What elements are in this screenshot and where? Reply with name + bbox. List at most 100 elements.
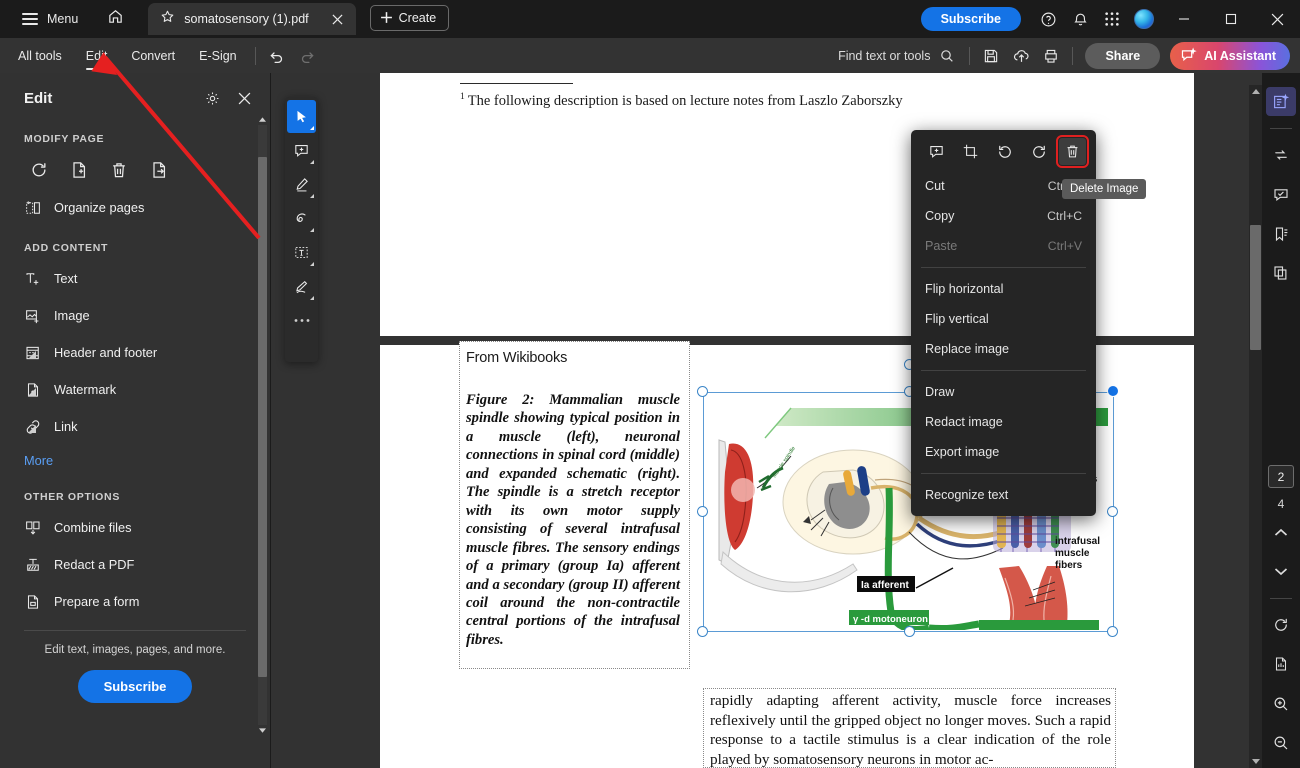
document-tab[interactable]: somatosensory (1).pdf (148, 3, 356, 35)
page-fit-button[interactable] (1266, 650, 1296, 679)
scroll-down-icon[interactable] (258, 726, 267, 735)
resize-handle-middle-right[interactable] (1107, 506, 1118, 517)
tab-all-tools[interactable]: All tools (6, 38, 74, 73)
sidebar-item-link[interactable]: Link (0, 408, 270, 445)
extract-page-icon[interactable] (144, 155, 174, 185)
tab-edit[interactable]: Edit (74, 38, 120, 73)
notification-bell-icon[interactable] (1065, 4, 1095, 34)
undo-button[interactable] (262, 41, 292, 71)
gear-icon[interactable] (198, 84, 226, 112)
menu-item-flip-horizontal[interactable]: Flip horizontal (911, 274, 1096, 304)
panel-scrollbar-thumb[interactable] (258, 157, 267, 677)
resize-handle-bottom-center[interactable] (904, 626, 915, 637)
zoom-in-button[interactable] (1266, 689, 1296, 718)
ai-assistant-button[interactable]: AI Assistant (1170, 41, 1290, 70)
delete-trash-icon[interactable] (1056, 135, 1089, 168)
window-minimize-button[interactable] (1161, 0, 1206, 38)
add-comment-icon[interactable] (287, 134, 316, 167)
rotate-view-button[interactable] (1266, 610, 1296, 639)
menu-item-replace-image[interactable]: Replace image (911, 334, 1096, 364)
help-icon[interactable] (1033, 4, 1063, 34)
panel-close-icon[interactable] (230, 84, 258, 112)
sidebar-item-image[interactable]: Image (0, 297, 270, 334)
insert-page-icon[interactable] (64, 155, 94, 185)
text-box-icon[interactable] (287, 236, 316, 269)
menu-item-export-image[interactable]: Export image (911, 437, 1096, 467)
chevron-down-icon[interactable] (28, 347, 36, 362)
previous-page-button[interactable] (1266, 517, 1296, 546)
stamp-signature-icon[interactable] (287, 270, 316, 303)
save-button[interactable] (976, 41, 1006, 71)
zoom-out-button[interactable] (1266, 729, 1296, 758)
redo-button[interactable] (292, 41, 322, 71)
menu-item-redact-image[interactable]: Redact image (911, 407, 1096, 437)
tab-convert[interactable]: Convert (119, 38, 187, 73)
sidebar-item-prepare-a-form[interactable]: Prepare a form (0, 583, 270, 620)
search-input[interactable]: Find text or tools (830, 42, 963, 70)
document-scrollbar-thumb[interactable] (1250, 225, 1261, 350)
freehand-draw-icon[interactable] (287, 202, 316, 235)
sidebar-item-header-and-footer[interactable]: Header and footer (0, 334, 270, 371)
select-cursor-icon[interactable] (287, 100, 316, 133)
scroll-up-icon[interactable] (258, 115, 267, 124)
window-close-button[interactable] (1255, 0, 1300, 38)
menu-item-recognize-text[interactable]: Recognize text (911, 480, 1096, 510)
window-maximize-button[interactable] (1208, 0, 1253, 38)
print-button[interactable] (1036, 41, 1066, 71)
resize-handle-bottom-right[interactable] (1107, 626, 1118, 637)
cloud-save-button[interactable] (1006, 41, 1036, 71)
menu-button[interactable]: Menu (12, 4, 88, 34)
resize-handle-top-right[interactable] (1107, 385, 1119, 397)
star-icon[interactable] (160, 9, 175, 29)
figure-caption-textbox[interactable]: From Wikibooks Figure 2: Mammalian muscl… (459, 341, 690, 669)
palette-caret-5[interactable] (310, 262, 314, 266)
page-number-input[interactable]: 2 (1268, 464, 1294, 489)
sidebar-item-redact-a-pdf[interactable]: Redact a PDF (0, 546, 270, 583)
user-avatar[interactable] (1129, 4, 1159, 34)
scroll-up-icon[interactable] (1249, 85, 1262, 98)
sidebar-item-organize-pages[interactable]: Organize pages (0, 189, 270, 226)
palette-caret-3[interactable] (310, 194, 314, 198)
pages-panel-icon[interactable] (1266, 259, 1296, 288)
create-button[interactable]: Create (369, 4, 450, 31)
rotate-clockwise-icon[interactable] (1025, 138, 1052, 165)
convert-panel-icon[interactable] (1266, 140, 1296, 169)
crop-image-icon[interactable] (957, 138, 984, 165)
menu-item-copy[interactable]: Copy Ctrl+C (911, 201, 1096, 231)
highlighter-icon[interactable] (287, 168, 316, 201)
chevron-down-icon[interactable] (28, 421, 36, 436)
share-button[interactable]: Share (1085, 42, 1161, 69)
resize-handle-top-left[interactable] (697, 386, 708, 397)
menu-item-draw[interactable]: Draw (911, 377, 1096, 407)
menu-item-flip-vertical[interactable]: Flip vertical (911, 304, 1096, 334)
sidebar-item-text[interactable]: Text (0, 260, 270, 297)
edit-pdf-panel-icon[interactable] (1266, 87, 1296, 117)
more-tools-icon[interactable] (287, 304, 316, 337)
resize-handle-bottom-left[interactable] (697, 626, 708, 637)
sidebar-item-watermark[interactable]: Watermark (0, 371, 270, 408)
rotate-page-icon[interactable] (24, 155, 54, 185)
panel-scrollbar[interactable] (258, 115, 267, 735)
sidebar-more-link[interactable]: More (0, 445, 270, 475)
palette-caret-2[interactable] (310, 160, 314, 164)
tab-close-icon[interactable] (328, 9, 348, 29)
rotate-counterclockwise-icon[interactable] (991, 138, 1018, 165)
next-page-button[interactable] (1266, 557, 1296, 586)
body-text-box[interactable]: rapidly adapting afferent activity, musc… (703, 688, 1116, 768)
add-comment-icon[interactable] (923, 138, 950, 165)
delete-page-icon[interactable] (104, 155, 134, 185)
app-grid-icon[interactable] (1097, 4, 1127, 34)
palette-caret-6[interactable] (310, 296, 314, 300)
comment-panel-icon[interactable] (1266, 180, 1296, 209)
chevron-down-icon[interactable] (28, 384, 36, 399)
resize-handle-middle-left[interactable] (697, 506, 708, 517)
home-button[interactable] (96, 4, 134, 34)
tab-esign[interactable]: E-Sign (187, 38, 249, 73)
document-scrollbar[interactable] (1249, 85, 1262, 768)
subscribe-top-button[interactable]: Subscribe (920, 7, 1021, 31)
palette-caret-1[interactable] (310, 126, 314, 130)
sidebar-item-combine-files[interactable]: Combine files (0, 509, 270, 546)
scroll-down-icon[interactable] (1249, 755, 1262, 768)
palette-caret-4[interactable] (310, 228, 314, 232)
subscribe-button[interactable]: Subscribe (77, 670, 193, 703)
